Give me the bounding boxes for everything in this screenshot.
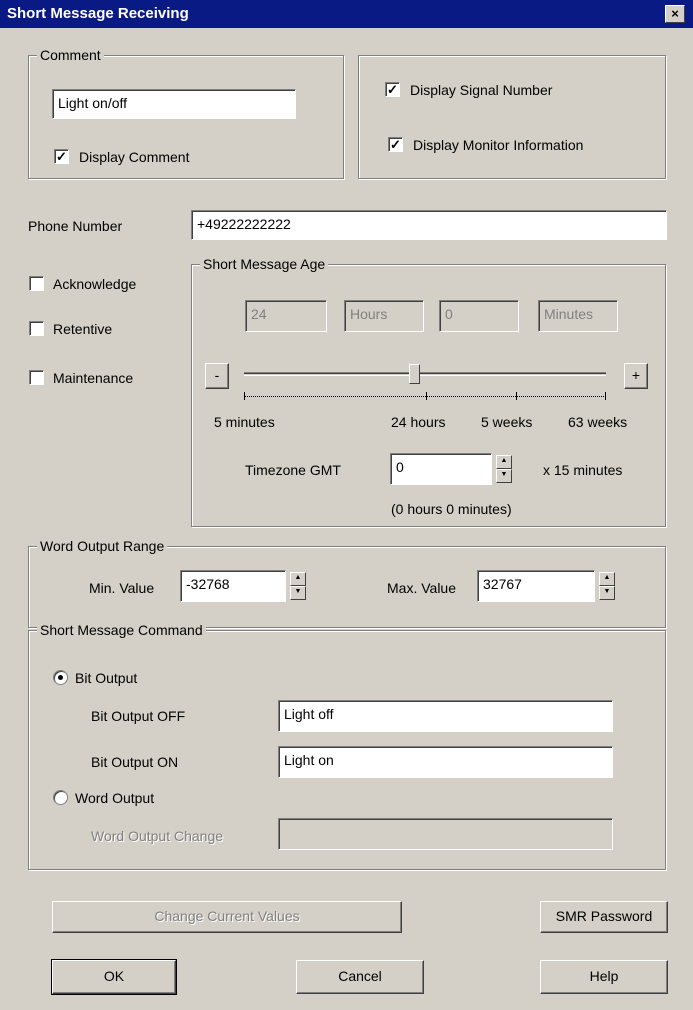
spin-down-icon[interactable]: ▼ — [496, 469, 512, 483]
spin-up-icon[interactable]: ▲ — [599, 572, 615, 586]
maintenance-label: Maintenance — [53, 370, 134, 386]
maintenance-checkbox[interactable] — [29, 370, 44, 385]
comment-input[interactable]: Light on/off — [52, 89, 296, 119]
help-button[interactable]: Help — [540, 960, 668, 994]
close-button[interactable]: × — [665, 5, 685, 23]
spin-down-icon[interactable]: ▼ — [599, 586, 615, 600]
bit-output-radio[interactable] — [53, 670, 68, 685]
title-bar: Short Message Receiving — [0, 0, 693, 28]
spin-up-icon[interactable]: ▲ — [290, 572, 306, 586]
check-icon: ✓ — [387, 82, 398, 97]
short-message-age-legend: Short Message Age — [200, 255, 329, 273]
display-options-group — [358, 55, 666, 179]
acknowledge-label: Acknowledge — [53, 276, 137, 292]
min-value-label: Min. Value — [89, 580, 155, 596]
minutes-value-field[interactable]: 0 — [439, 300, 519, 332]
word-output-label: Word Output — [75, 790, 155, 806]
retentive-checkbox[interactable] — [29, 321, 44, 336]
scale-label-5-minutes: 5 minutes — [214, 414, 275, 430]
max-value-label: Max. Value — [387, 580, 456, 596]
scale-tick — [516, 392, 517, 400]
timezone-hint: (0 hours 0 minutes) — [391, 501, 512, 517]
ok-button[interactable]: OK — [51, 959, 177, 995]
display-comment-label: Display Comment — [79, 149, 190, 165]
display-monitor-information-label: Display Monitor Information — [413, 137, 584, 153]
word-output-change-label: Word Output Change — [91, 828, 224, 844]
max-value-input[interactable]: 32767 — [477, 570, 595, 602]
word-output-change-input[interactable] — [278, 818, 613, 850]
min-value-input[interactable]: -32768 — [180, 570, 286, 602]
scale-label-24-hours: 24 hours — [391, 414, 446, 430]
phone-number-input[interactable]: +49222222222 — [191, 210, 667, 240]
max-value-spinner[interactable]: ▲ ▼ — [599, 572, 615, 600]
short-message-command-legend: Short Message Command — [37, 621, 206, 639]
retentive-label: Retentive — [53, 321, 113, 337]
minutes-unit-field: Minutes — [538, 300, 618, 332]
window-title: Short Message Receiving — [7, 5, 189, 22]
cancel-button[interactable]: Cancel — [296, 960, 424, 994]
increase-age-button[interactable]: + — [624, 363, 648, 389]
hours-unit-field: Hours — [344, 300, 424, 332]
scale-tick — [244, 392, 245, 400]
close-icon: × — [671, 6, 679, 21]
spin-down-icon[interactable]: ▼ — [290, 586, 306, 600]
check-icon: ✓ — [390, 137, 401, 152]
age-slider-track — [244, 372, 606, 376]
bit-output-on-input[interactable]: Light on — [278, 746, 613, 778]
display-monitor-information-checkbox[interactable]: ✓ — [388, 137, 403, 152]
scale-tick — [426, 392, 427, 400]
scale-label-63-weeks: 63 weeks — [568, 414, 628, 430]
decrease-age-button[interactable]: - — [205, 363, 229, 389]
timezone-label: Timezone GMT — [245, 462, 341, 478]
smr-password-button[interactable]: SMR Password — [540, 901, 668, 933]
spin-up-icon[interactable]: ▲ — [496, 455, 512, 469]
display-signal-number-checkbox[interactable]: ✓ — [385, 82, 400, 97]
min-value-spinner[interactable]: ▲ ▼ — [290, 572, 306, 600]
scale-tick — [605, 392, 606, 400]
age-slider-scale — [244, 396, 606, 397]
timezone-spinner[interactable]: ▲ ▼ — [496, 455, 512, 483]
comment-legend: Comment — [37, 46, 104, 64]
timezone-input[interactable]: 0 — [390, 453, 492, 485]
phone-number-label: Phone Number — [28, 218, 123, 234]
change-current-values-button[interactable]: Change Current Values — [52, 901, 402, 933]
bit-output-off-label: Bit Output OFF — [91, 708, 186, 724]
age-slider-thumb[interactable] — [408, 364, 420, 384]
word-output-radio[interactable] — [53, 790, 68, 805]
word-output-range-legend: Word Output Range — [37, 537, 168, 555]
check-icon: ✓ — [56, 149, 67, 164]
display-comment-checkbox[interactable]: ✓ — [54, 149, 69, 164]
acknowledge-checkbox[interactable] — [29, 276, 44, 291]
scale-label-5-weeks: 5 weeks — [481, 414, 533, 430]
bit-output-label: Bit Output — [75, 670, 138, 686]
timezone-unit-label: x 15 minutes — [543, 462, 623, 478]
display-signal-number-label: Display Signal Number — [410, 82, 553, 98]
bit-output-on-label: Bit Output ON — [91, 754, 179, 770]
hours-value-field[interactable]: 24 — [245, 300, 327, 332]
radio-selected-dot — [58, 675, 63, 680]
bit-output-off-input[interactable]: Light off — [278, 700, 613, 732]
